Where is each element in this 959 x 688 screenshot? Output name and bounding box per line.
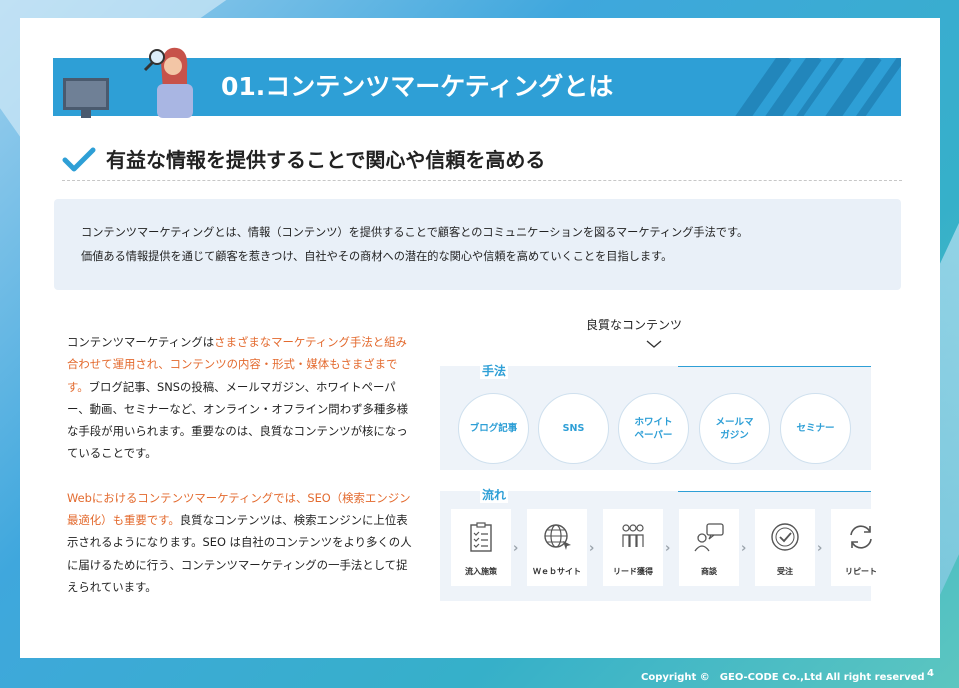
page-title: 01.コンテンツマーケティングとは [221,72,614,101]
chevron-right-icon: › [741,541,747,556]
methods-panel: 手法 ブログ記事 SNS ホワイト ペーパー メールマ ガジン セミナー [440,362,871,470]
subheading-text: 有益な情報を提供することで関心や信頼を高める [106,148,546,172]
globe-cursor-icon [544,524,571,550]
chevron-right-icon: › [513,541,519,556]
method-circle: ホワイト ペーパー [618,393,689,464]
slide-page: 01.コンテンツマーケティングとは 有益な情報を提供することで関心や信頼を高める… [20,18,940,658]
flow-step-label: 流入施策 [465,567,497,576]
intro-box: コンテンツマーケティングとは、情報（コンテンツ）を提供することで顧客とのコミュニ… [54,199,901,290]
copyright-text: Copyright © GEO-CODE Co.,Ltd All right r… [641,672,925,683]
woman-magnifier-illustration [63,47,193,118]
method-circle: SNS [538,393,609,464]
method-circle: メールマ ガジン [699,393,770,464]
approved-check-icon [771,523,799,551]
method-circle: セミナー [780,393,851,464]
divider [678,491,871,492]
flow-step: 流入施策 [451,509,511,586]
intro-line: 価値ある情報提供を通じて顧客を惹きつけ、自社やその商材への潜在的な関心や信頼を高… [81,250,673,263]
repeat-cycle-icon [850,525,872,549]
footer: Copyright © GEO-CODE Co.,Ltd All right r… [0,658,959,688]
paragraph: コンテンツマーケティングはさまざまなマーケティング手法と組み合わせて運用され、コ… [67,331,417,465]
body-text: コンテンツマーケティングはさまざまなマーケティング手法と組み合わせて運用され、コ… [67,331,417,598]
flow-title: 流れ [480,486,509,503]
flow-step-label: リピート [845,567,877,576]
chevron-right-icon: › [665,541,671,556]
text-run: ブログ記事、SNSの投稿、メールマガジン、ホワイトペーパー、動画、セミナーなど、… [67,379,409,461]
text-run: コンテンツマーケティングは [67,335,215,349]
divider [678,366,871,367]
chevron-right-icon: › [817,541,823,556]
flow-step: 商談 [679,509,739,586]
chevron-right-icon: › [589,541,595,556]
flow-step: Ｗｅｂサイト [527,509,587,586]
section-subheading: 有益な情報を提供することで関心や信頼を高める [62,140,902,181]
methods-title: 手法 [480,362,509,379]
check-icon [62,147,96,172]
flow-step-label: 受注 [777,567,793,576]
flow-step: リード獲得 [603,509,663,586]
flow-step: 受注 [755,509,815,586]
paragraph: Webにおけるコンテンツマーケティングでは、SEO（検索エンジン最適化）も重要で… [67,487,417,598]
diagram-title: 良質なコンテンツ [586,318,683,332]
intro-line: コンテンツマーケティングとは、情報（コンテンツ）を提供することで顧客とのコミュニ… [81,226,749,239]
chat-person-icon [694,523,724,552]
flow-step: リピート [831,509,891,586]
flow-panel: 流れ 流入施策 › Ｗｅｂサイト › リード獲得 › 商談 › 受注 › リピー… [440,486,891,601]
flow-step-label: リード獲得 [613,567,653,576]
method-circle: ブログ記事 [458,393,529,464]
flow-step-label: Ｗｅｂサイト [533,567,581,576]
checklist-icon [470,522,492,552]
flow-step-label: 商談 [701,567,717,576]
chevron-down-icon [646,340,662,348]
people-group-icon [622,524,644,547]
page-number: 4 [927,668,934,679]
